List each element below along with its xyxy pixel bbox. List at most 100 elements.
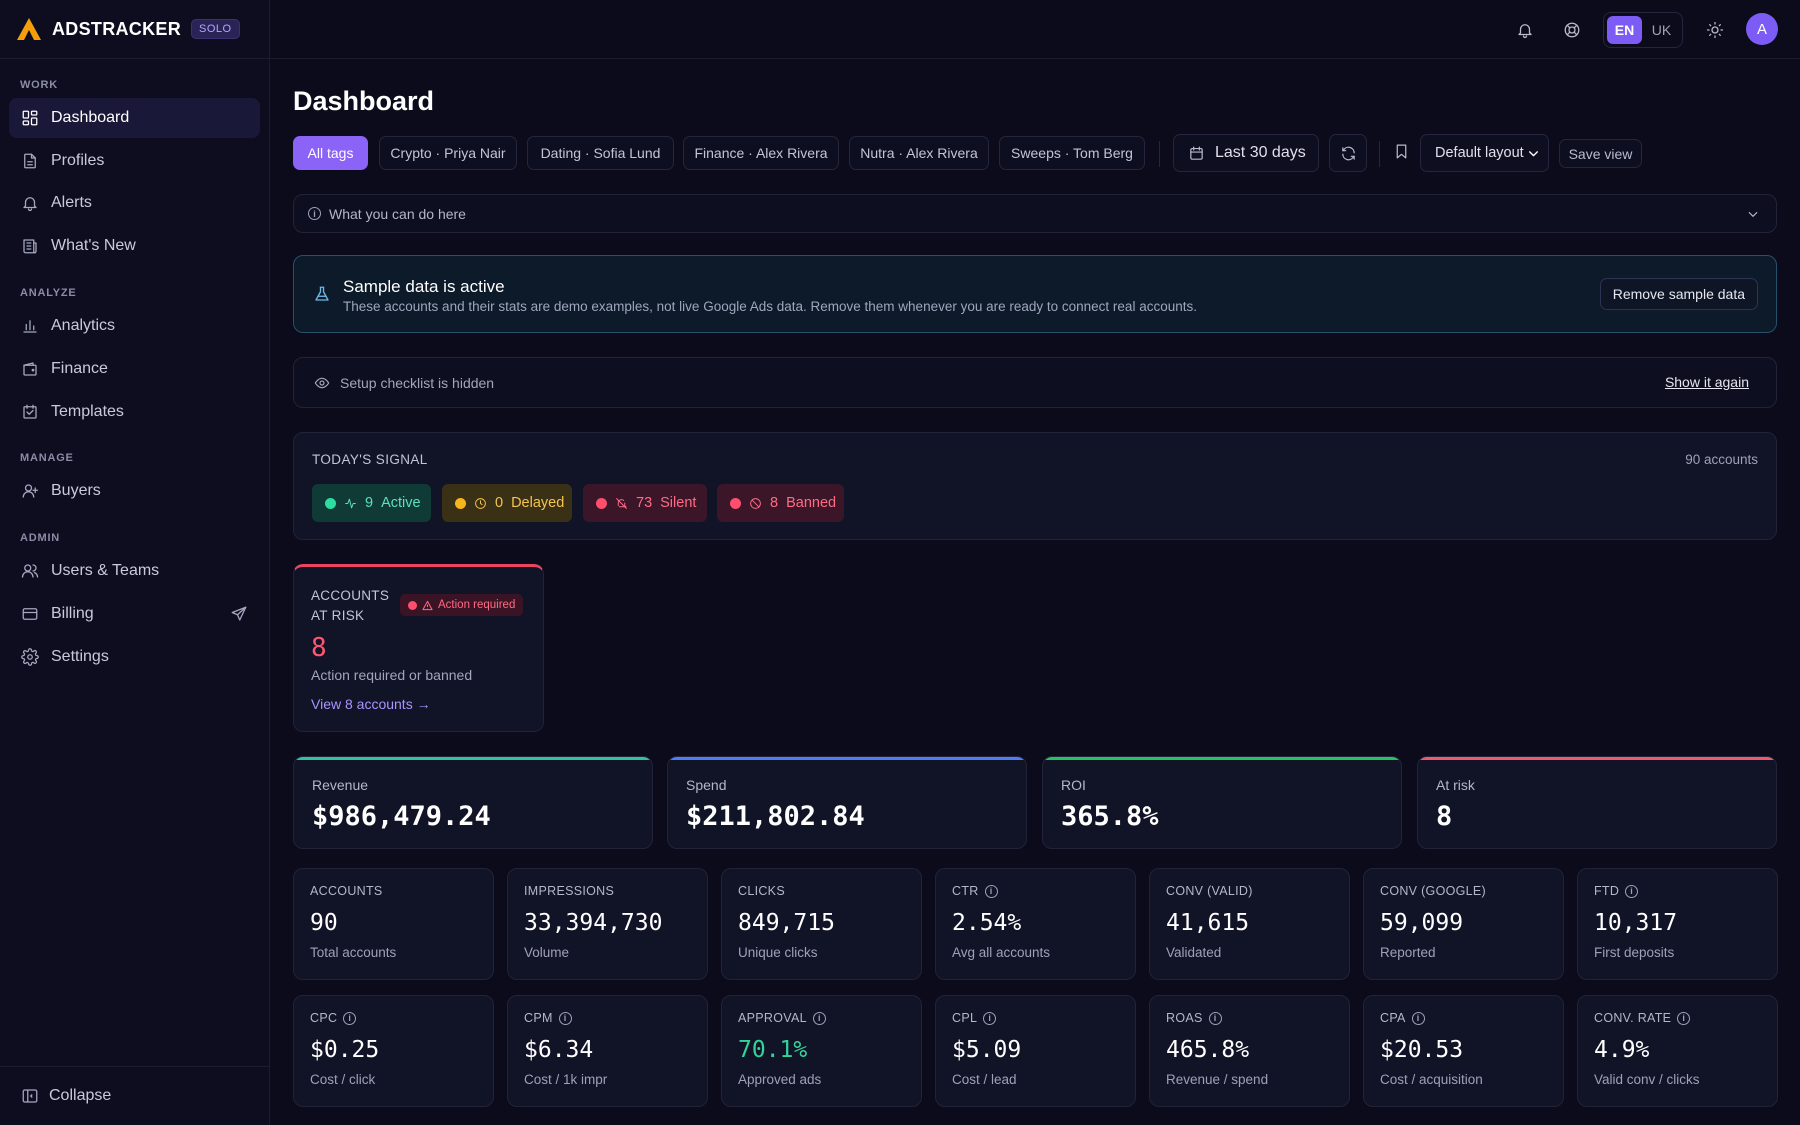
stat-accounts: ACCOUNTS 90 Total accounts bbox=[293, 868, 494, 980]
stat-value: 59,099 bbox=[1380, 910, 1464, 936]
toolbar-divider bbox=[1379, 141, 1380, 167]
send-icon[interactable] bbox=[230, 605, 248, 623]
todays-signal-panel: TODAY'S SIGNAL 90 accounts 9 Active 0 De… bbox=[293, 432, 1777, 540]
view-accounts-link[interactable]: View 8 accounts → bbox=[311, 696, 431, 712]
save-view-button[interactable]: Save view bbox=[1559, 139, 1642, 168]
stat-sub: Valid conv / clicks bbox=[1594, 1072, 1700, 1087]
logo-icon bbox=[17, 18, 41, 40]
kpi-accent-bar bbox=[1418, 757, 1776, 760]
kpi-label: Spend bbox=[686, 777, 727, 793]
theme-toggle-button[interactable] bbox=[1702, 17, 1728, 43]
chip-label: Silent bbox=[660, 495, 697, 511]
brand[interactable]: ADSTRACKER SOLO bbox=[16, 14, 240, 44]
sidebar-item-dashboard[interactable]: Dashboard bbox=[9, 98, 260, 138]
help-accordion[interactable]: i What you can do here bbox=[293, 194, 1777, 233]
date-range-picker[interactable]: Last 30 days bbox=[1173, 134, 1319, 172]
kpi-value: 365.8% bbox=[1061, 801, 1159, 832]
user-plus-icon bbox=[22, 484, 39, 498]
brand-name: ADSTRACKER bbox=[52, 18, 181, 39]
info-icon[interactable]: i bbox=[343, 1011, 357, 1025]
layout-select[interactable]: Default layout bbox=[1420, 134, 1549, 172]
remove-sample-data-button[interactable]: Remove sample data bbox=[1599, 278, 1758, 310]
info-icon[interactable]: i bbox=[984, 884, 998, 898]
stat-label: APPROVAL i bbox=[738, 1011, 826, 1025]
chevron-down-icon bbox=[1529, 150, 1538, 156]
stat-label-text: IMPRESSIONS bbox=[524, 884, 615, 898]
show-checklist-link[interactable]: Show it again bbox=[1665, 374, 1749, 390]
calendar-icon bbox=[1190, 146, 1203, 160]
sidebar-item-label: Alerts bbox=[51, 194, 92, 211]
sidebar-item-alerts[interactable]: Alerts bbox=[9, 183, 260, 223]
refresh-button[interactable] bbox=[1329, 134, 1367, 172]
info-icon[interactable]: i bbox=[1677, 1011, 1691, 1025]
info-icon[interactable]: i bbox=[983, 1011, 997, 1025]
sidebar-item-finance[interactable]: Finance bbox=[9, 349, 260, 389]
info-icon[interactable]: i bbox=[1411, 1011, 1425, 1025]
stat-sub: Total accounts bbox=[310, 945, 397, 960]
notifications-button[interactable] bbox=[1512, 17, 1538, 43]
stat-label: FTD i bbox=[1594, 884, 1639, 898]
sidebar-item-buyers[interactable]: Buyers bbox=[9, 471, 260, 511]
toolbar-divider bbox=[1159, 141, 1160, 167]
sidebar-divider bbox=[0, 58, 270, 59]
status-dot bbox=[730, 497, 741, 509]
stat-label-text: CTR bbox=[952, 884, 979, 898]
info-icon[interactable]: i bbox=[558, 1011, 572, 1025]
status-dot bbox=[455, 497, 466, 509]
stat-label-text: ROAS bbox=[1166, 1011, 1203, 1025]
collapse-button[interactable]: Collapse bbox=[9, 1076, 260, 1116]
sidebar-item-label: Analytics bbox=[51, 317, 116, 334]
chip-label: Active bbox=[381, 495, 421, 511]
chip-active[interactable]: 9 Active bbox=[312, 484, 431, 522]
info-icon[interactable]: i bbox=[1208, 1011, 1222, 1025]
language-uk[interactable]: UK bbox=[1644, 16, 1679, 44]
activity-icon bbox=[345, 498, 356, 508]
tag-sweeps[interactable]: Sweeps · Tom Berg bbox=[999, 136, 1145, 170]
stat-label: CPC i bbox=[310, 1011, 357, 1025]
info-icon[interactable]: i bbox=[1625, 884, 1639, 898]
stat-value: 2.54% bbox=[952, 910, 1022, 936]
tag-nutra[interactable]: Nutra · Alex Rivera bbox=[849, 136, 989, 170]
tag-dating[interactable]: Dating · Sofia Lund bbox=[527, 136, 674, 170]
chip-silent[interactable]: 73 Silent bbox=[583, 484, 707, 522]
sidebar-item-templates[interactable]: Templates bbox=[9, 392, 260, 432]
chip-label: Banned bbox=[786, 495, 837, 511]
sidebar-item-billing[interactable]: Billing bbox=[9, 594, 260, 634]
bookmark-button[interactable] bbox=[1393, 143, 1410, 165]
stat-value: 849,715 bbox=[738, 910, 835, 936]
language-en[interactable]: EN bbox=[1607, 16, 1642, 44]
stat-label: CTR i bbox=[952, 884, 998, 898]
tag-crypto[interactable]: Crypto · Priya Nair bbox=[379, 136, 517, 170]
avatar[interactable]: A bbox=[1746, 13, 1778, 45]
sidebar-item-whats-new[interactable]: What's New bbox=[9, 226, 260, 266]
stat-conv-rate: CONV. RATE i 4.9% Valid conv / clicks bbox=[1577, 995, 1778, 1107]
stat-value: $6.34 bbox=[524, 1037, 594, 1063]
kpi-spend: Spend $211,802.84 bbox=[667, 756, 1027, 849]
language-toggle: EN UK bbox=[1603, 12, 1683, 48]
template-icon bbox=[23, 404, 37, 419]
stat-label: CPM i bbox=[524, 1011, 572, 1025]
chip-label: Delayed bbox=[511, 495, 565, 511]
stat-value: 10,317 bbox=[1594, 910, 1678, 936]
tag-all[interactable]: All tags bbox=[293, 136, 368, 170]
info-icon[interactable]: i bbox=[812, 1011, 826, 1025]
checklist-label: Setup checklist is hidden bbox=[340, 374, 495, 391]
sun-icon bbox=[1706, 21, 1724, 39]
signal-accounts-count: 90 accounts bbox=[1685, 452, 1758, 467]
sidebar-item-users-teams[interactable]: Users & Teams bbox=[9, 551, 260, 591]
panel-collapse-icon bbox=[22, 1089, 38, 1103]
setup-checklist-bar: Setup checklist is hidden Show it again bbox=[293, 357, 1777, 408]
bell-icon bbox=[1518, 24, 1532, 39]
help-button[interactable] bbox=[1559, 17, 1585, 43]
sidebar-item-profiles[interactable]: Profiles bbox=[9, 141, 260, 181]
sidebar-item-settings[interactable]: Settings bbox=[9, 637, 260, 677]
chip-banned[interactable]: 8 Banned bbox=[717, 484, 844, 522]
sidebar-item-analytics[interactable]: Analytics bbox=[9, 306, 260, 346]
kpi-roi: ROI 365.8% bbox=[1042, 756, 1402, 849]
bar-chart-icon bbox=[23, 320, 37, 333]
chip-delayed[interactable]: 0 Delayed bbox=[442, 484, 572, 522]
stat-value: 33,394,730 bbox=[524, 910, 663, 936]
risk-value: 8 bbox=[311, 633, 327, 663]
sidebar-item-label: Settings bbox=[51, 648, 109, 665]
tag-finance[interactable]: Finance · Alex Rivera bbox=[683, 136, 839, 170]
